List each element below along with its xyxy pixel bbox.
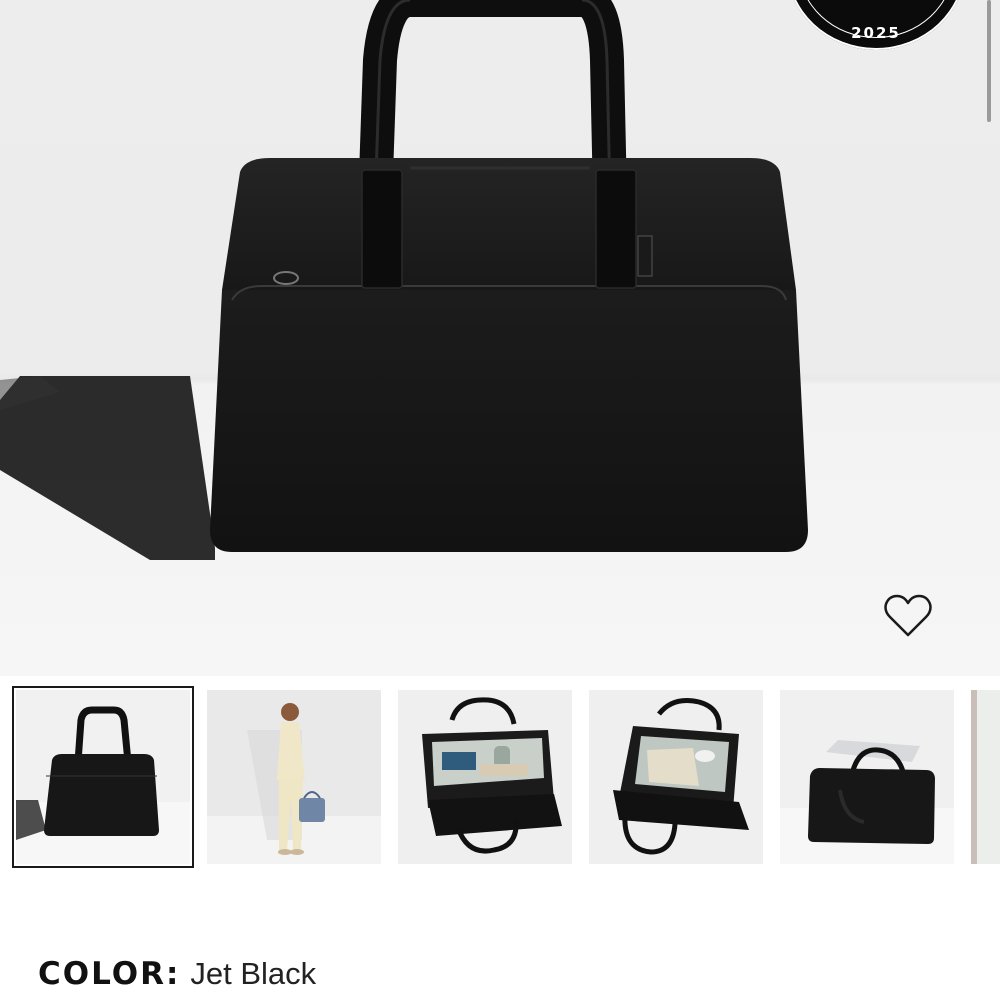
thumbnail-open-interior[interactable]: [398, 690, 572, 864]
thumbnail-open-interior-angle[interactable]: [589, 690, 763, 864]
heart-outline-icon: [884, 594, 932, 637]
thumbnail-partial-next-image: [971, 690, 1000, 864]
hero-product-image[interactable]: 2025: [0, 0, 1000, 676]
thumbnail-model-carrying-image: [207, 690, 381, 864]
color-selection: COLOR: Jet Black: [38, 954, 316, 994]
thumbnail-partial-next[interactable]: [971, 690, 1000, 864]
award-year: 2025: [851, 24, 901, 42]
color-label: COLOR:: [38, 956, 181, 992]
thumbnail-front-view[interactable]: [12, 686, 194, 868]
bag-illustration: [0, 0, 808, 560]
thumbnail-model-carrying[interactable]: [207, 690, 381, 864]
thumbnail-laptop-sleeve-image: [780, 690, 954, 864]
thumbnail-front-view-image: [16, 690, 190, 864]
favorite-button[interactable]: [882, 592, 934, 640]
color-value: Jet Black: [190, 956, 317, 991]
thumbnail-strip[interactable]: [0, 676, 1000, 876]
thumbnail-open-interior-image: [398, 690, 572, 864]
page-scrollbar[interactable]: [987, 0, 991, 122]
thumbnail-open-interior-angle-image: [589, 690, 763, 864]
thumbnail-laptop-sleeve[interactable]: [780, 690, 954, 864]
